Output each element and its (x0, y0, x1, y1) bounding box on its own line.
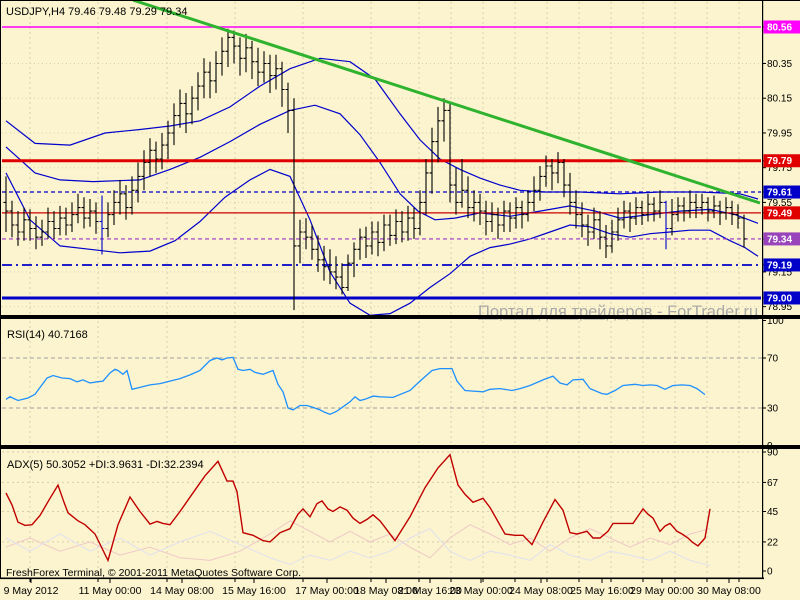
terminal-footer-credit: FreshForex Terminal, © 2001-2011 MetaQuo… (6, 567, 301, 579)
price-axis-label: 80.15 (767, 94, 792, 105)
rsi-axis-label: 100 (767, 316, 784, 327)
price-axis-line (762, 0, 764, 578)
price-badge-label: 79.19 (767, 260, 792, 271)
price-badge-label: 79.00 (767, 293, 792, 304)
panel-separator (0, 315, 800, 319)
adx-axis-label: 90 (767, 448, 779, 459)
left-border (0, 0, 1, 578)
time-axis-label: 17 May 00:00 (295, 585, 359, 597)
price-badge-label: 79.61 (767, 188, 792, 199)
rsi-axis-label: 30 (767, 404, 779, 415)
mt4-chart-window: Портал для трейдеров - ForTrader.ru 80.3… (0, 0, 800, 600)
adx-axis-label: 67 (767, 478, 779, 489)
rsi-indicator-label: RSI(14) 40.7168 (7, 329, 88, 341)
price-axis-label: 79.95 (767, 128, 792, 139)
time-axis-label: 24 May 08:00 (509, 585, 573, 597)
price-badge-label: 79.34 (767, 234, 792, 245)
chart-canvas[interactable]: Портал для трейдеров - ForTrader.ru 80.3… (0, 0, 800, 600)
time-axis-label: 11 May 00:00 (79, 585, 142, 597)
panel-separator (0, 445, 800, 449)
time-axis-label: 14 May 08:00 (150, 585, 214, 597)
time-axis-label: 30 May 08:00 (697, 585, 761, 597)
top-border (0, 0, 800, 1)
adx-indicator-label: ADX(5) 50.3052 +DI:3.9631 -DI:32.2394 (7, 459, 204, 471)
time-axis-label: 15 May 16:00 (222, 585, 286, 597)
price-badge-label: 79.49 (767, 208, 792, 219)
chart-title-ohlc: USDJPY,H4 79.46 79.48 79.29 79.34 (6, 6, 187, 18)
adx-axis-label: 0 (767, 567, 773, 578)
price-badge-label: 80.56 (767, 23, 792, 34)
time-axis-label: 25 May 16:00 (570, 585, 634, 597)
time-axis-label: 23 May 00:00 (449, 585, 513, 597)
chart-background (0, 0, 800, 600)
time-axis-label: 29 May 00:00 (630, 585, 694, 597)
adx-axis-label: 45 (767, 507, 779, 518)
rsi-axis-label: 70 (767, 354, 779, 365)
time-axis-label: 9 May 2012 (4, 585, 59, 597)
price-axis-label: 80.35 (767, 59, 792, 70)
adx-axis-label: 22 (767, 537, 779, 548)
price-badge-label: 79.79 (767, 156, 792, 167)
